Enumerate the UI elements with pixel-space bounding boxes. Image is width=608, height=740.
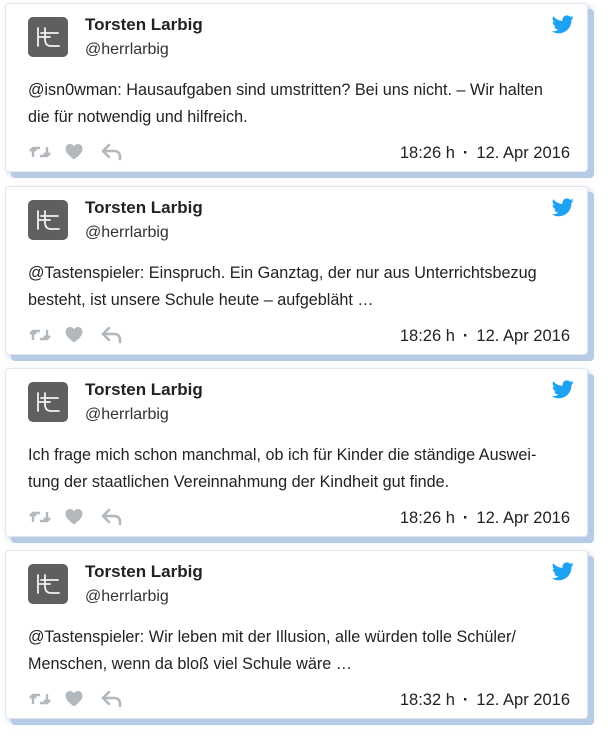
twitter-bird-icon[interactable] xyxy=(552,198,574,217)
tweet-text-line: die für notwendig und hilfreich. xyxy=(28,108,248,126)
tweet-text-line: tung der staatlichen Vereinnahmung der K… xyxy=(28,473,450,491)
tweet-date: 12. Apr 2016 xyxy=(476,691,570,709)
reply-icon[interactable] xyxy=(100,507,124,527)
ht-monogram-icon xyxy=(37,392,60,412)
author-name[interactable]: Torsten Larbig xyxy=(85,380,203,400)
author-handle[interactable]: @herrlarbig xyxy=(85,588,169,606)
tweet-text-line: Menschen, wenn da bloß viel Schule wäre … xyxy=(28,655,352,673)
tweet-text-line: @Tastenspieler: Einspruch. Ein Ganztag, … xyxy=(28,264,537,282)
avatar[interactable] xyxy=(28,564,68,604)
tweet-date: 12. Apr 2016 xyxy=(476,509,570,527)
tweet-card[interactable]: Torsten Larbig @herrlarbig @isn0wman: Ha… xyxy=(5,3,588,172)
tweet-text-line: @Tastenspieler: Wir leben mit der Illusi… xyxy=(28,628,516,646)
reply-icon[interactable] xyxy=(100,142,124,162)
tweet-text: Ich frage mich schon manchmal, ob ich fü… xyxy=(28,442,568,496)
twitter-bird-icon[interactable] xyxy=(552,15,574,34)
avatar[interactable] xyxy=(28,200,68,240)
author-handle[interactable]: @herrlarbig xyxy=(85,406,169,424)
ht-monogram-icon xyxy=(37,210,60,230)
author-name[interactable]: Torsten Larbig xyxy=(85,562,203,582)
tweet-timestamp[interactable]: 18:26 h · 12. Apr 2016 xyxy=(400,327,570,346)
tweet-text: @isn0wman: Hausaufgaben sind umstritten?… xyxy=(28,77,568,131)
tweet-feed: Torsten Larbig @herrlarbig @isn0wman: Ha… xyxy=(0,0,608,740)
separator-dot: · xyxy=(462,509,469,527)
heart-icon[interactable] xyxy=(64,689,84,709)
tweet-text-line: @isn0wman: Hausaufgaben sind umstritten?… xyxy=(28,81,543,99)
ht-monogram-icon xyxy=(37,574,60,594)
separator-dot: · xyxy=(462,691,469,709)
author-handle[interactable]: @herrlarbig xyxy=(85,224,169,242)
heart-icon[interactable] xyxy=(64,325,84,345)
tweet-text: @Tastenspieler: Wir leben mit der Illusi… xyxy=(28,624,568,678)
ht-monogram-icon xyxy=(37,27,60,47)
retweet-icon[interactable] xyxy=(28,142,52,162)
tweet-text-line: besteht, ist unsere Schule heute – aufge… xyxy=(28,291,374,309)
reply-icon[interactable] xyxy=(100,325,124,345)
tweet-time: 18:26 h xyxy=(399,509,455,527)
tweet-timestamp[interactable]: 18:32 h · 12. Apr 2016 xyxy=(400,691,570,710)
tweet-time: 18:32 h xyxy=(399,691,455,709)
reply-icon[interactable] xyxy=(100,689,124,709)
retweet-icon[interactable] xyxy=(28,689,52,709)
twitter-bird-icon[interactable] xyxy=(552,562,574,581)
tweet-time: 18:26 h xyxy=(399,144,455,162)
tweet-card[interactable]: Torsten Larbig @herrlarbig @Tastenspiele… xyxy=(5,550,588,719)
tweet-date: 12. Apr 2016 xyxy=(476,327,570,345)
separator-dot: · xyxy=(462,327,469,345)
tweet-card[interactable]: Torsten Larbig @herrlarbig Ich frage mic… xyxy=(5,368,588,537)
separator-dot: · xyxy=(462,144,469,162)
heart-icon[interactable] xyxy=(64,142,84,162)
author-name[interactable]: Torsten Larbig xyxy=(85,15,203,35)
retweet-icon[interactable] xyxy=(28,507,52,527)
retweet-icon[interactable] xyxy=(28,325,52,345)
tweet-date: 12. Apr 2016 xyxy=(476,144,570,162)
author-name[interactable]: Torsten Larbig xyxy=(85,198,203,218)
heart-icon[interactable] xyxy=(64,507,84,527)
tweet-timestamp[interactable]: 18:26 h · 12. Apr 2016 xyxy=(400,509,570,528)
tweet-text: @Tastenspieler: Einspruch. Ein Ganztag, … xyxy=(28,260,568,314)
avatar[interactable] xyxy=(28,17,68,57)
tweet-card[interactable]: Torsten Larbig @herrlarbig @Tastenspiele… xyxy=(5,186,588,355)
tweet-timestamp[interactable]: 18:26 h · 12. Apr 2016 xyxy=(400,144,570,163)
tweet-text-line: Ich frage mich schon manchmal, ob ich fü… xyxy=(28,446,537,464)
avatar[interactable] xyxy=(28,382,68,422)
twitter-bird-icon[interactable] xyxy=(552,380,574,399)
author-handle[interactable]: @herrlarbig xyxy=(85,41,169,59)
tweet-time: 18:26 h xyxy=(399,327,455,345)
